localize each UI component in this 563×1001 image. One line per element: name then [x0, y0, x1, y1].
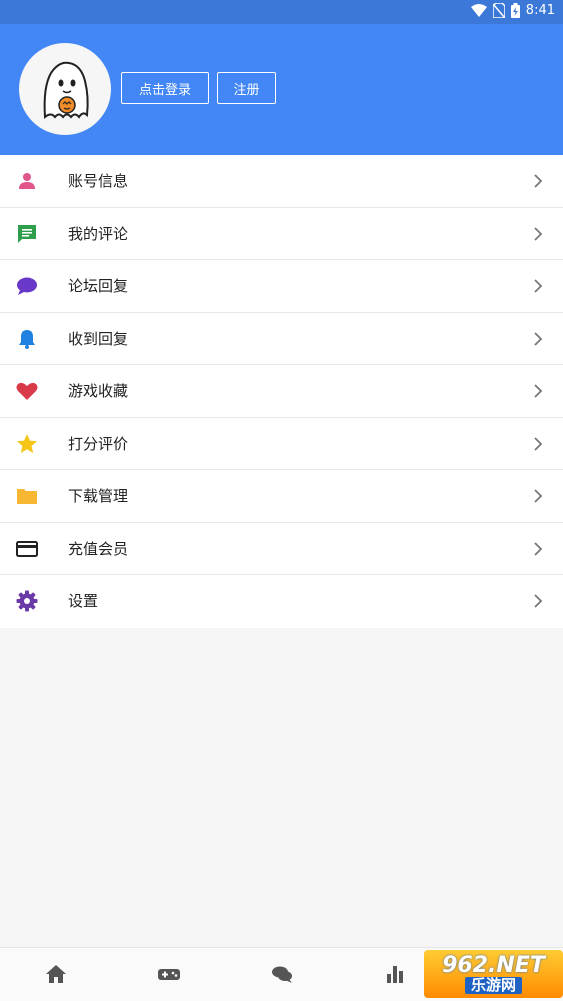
- chat-icon[interactable]: [270, 962, 294, 986]
- gear-icon: [16, 590, 38, 612]
- watermark-bottom: 乐游网: [464, 976, 522, 994]
- watermark-logo: 962.NET 乐游网: [424, 950, 563, 998]
- chevron-right-icon: [534, 436, 543, 451]
- chevron-right-icon: [534, 384, 543, 398]
- bar-chart-icon[interactable]: [383, 962, 407, 986]
- battery-icon: [510, 3, 520, 18]
- menu-item-ratings[interactable]: 打分评价: [0, 418, 563, 470]
- heart-icon: [16, 382, 38, 400]
- comment-icon: [18, 224, 36, 243]
- chevron-right-icon: [534, 331, 543, 346]
- menu-item-forum-replies[interactable]: 论坛回复: [0, 260, 563, 313]
- menu-item-my-comments[interactable]: 我的评论: [0, 208, 563, 260]
- menu-item-label: 游戏收藏: [68, 382, 129, 400]
- menu-item-settings[interactable]: 设置: [0, 575, 563, 628]
- chevron-right-icon: [534, 489, 543, 503]
- credit-card-icon: [16, 540, 38, 557]
- menu-item-download-manager[interactable]: 下载管理: [0, 470, 563, 523]
- star-icon: [17, 433, 37, 453]
- status-bar: 8:41: [0, 0, 563, 24]
- chevron-right-icon: [534, 279, 543, 293]
- menu-item-received-replies[interactable]: 收到回复: [0, 313, 563, 365]
- menu-item-label: 账号信息: [68, 172, 129, 190]
- login-button[interactable]: 点击登录: [121, 72, 209, 104]
- menu-item-game-favorites[interactable]: 游戏收藏: [0, 365, 563, 418]
- menu-list: 账号信息 我的评论 论坛回复 收到回复 游戏收藏 打分评价 下载管理 充值会员: [0, 155, 563, 628]
- profile-header: 点击登录 注册: [0, 24, 563, 155]
- menu-item-label: 充值会员: [68, 539, 129, 558]
- chevron-right-icon: [534, 594, 543, 608]
- status-icons: 8:41: [470, 3, 555, 18]
- chevron-right-icon: [534, 226, 543, 241]
- gamepad-icon[interactable]: [157, 962, 181, 986]
- menu-item-label: 我的评论: [68, 224, 129, 243]
- folder-icon: [17, 489, 37, 504]
- menu-item-label: 打分评价: [68, 434, 129, 453]
- clock: 8:41: [525, 3, 555, 18]
- avatar[interactable]: [19, 43, 111, 135]
- register-button[interactable]: 注册: [217, 72, 276, 104]
- no-sim-icon: [492, 3, 505, 18]
- menu-item-account-info[interactable]: 账号信息: [0, 155, 563, 208]
- chevron-right-icon: [534, 541, 543, 556]
- watermark-top: 962.NET: [442, 952, 545, 978]
- bell-icon: [19, 329, 35, 349]
- menu-item-vip-recharge[interactable]: 充值会员: [0, 523, 563, 575]
- person-icon: [19, 173, 35, 189]
- wifi-icon: [470, 3, 487, 17]
- menu-item-label: 设置: [68, 592, 99, 610]
- menu-item-label: 论坛回复: [68, 277, 129, 295]
- menu-item-label: 下载管理: [68, 487, 129, 505]
- menu-item-label: 收到回复: [68, 329, 129, 348]
- home-icon[interactable]: [44, 962, 68, 986]
- chat-bubble-icon: [17, 277, 37, 295]
- ghost-avatar-icon: [43, 61, 89, 120]
- chevron-right-icon: [534, 174, 543, 188]
